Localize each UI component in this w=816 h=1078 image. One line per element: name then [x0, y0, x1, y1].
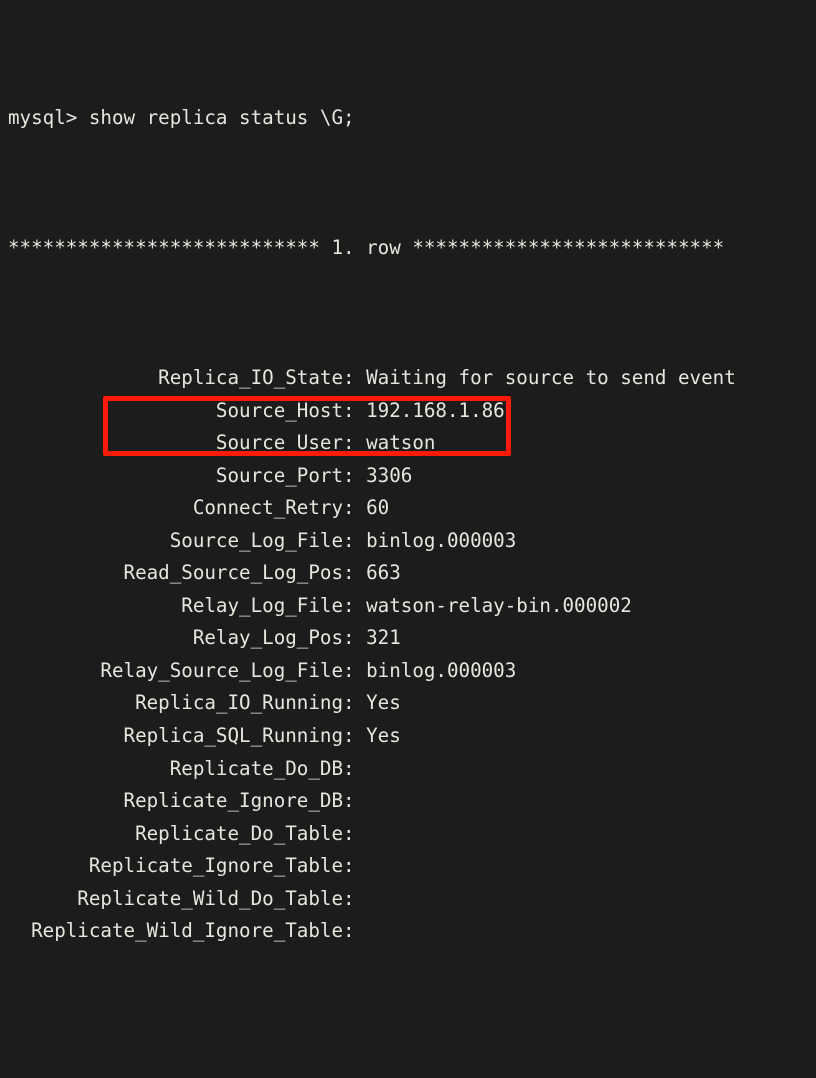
status-field-row: Replicate_Ignore_Table: [8, 854, 355, 878]
status-field-list: Replica_IO_State: Waiting for source to … [0, 362, 816, 948]
status-field-row: Replicate_Do_Table: [8, 821, 355, 845]
mysql-prompt-command: mysql> show replica status \G; [8, 105, 355, 129]
status-field-row: Relay_Log_Pos: 321 [8, 626, 401, 650]
status-field-row: Replicate_Do_DB: [8, 756, 355, 780]
status-field-row: Replicate_Ignore_DB: [8, 789, 355, 813]
status-field-row: Source_Host: 192.168.1.86 [8, 398, 505, 422]
status-field-row: Connect_Retry: 60 [8, 496, 390, 520]
status-field-row: Source_Port: 3306 [8, 463, 413, 487]
status-field-row: Relay_Log_File: watson-relay-bin.000002 [8, 593, 632, 617]
terminal-output[interactable]: mysql> show replica status \G; *********… [0, 0, 816, 942]
status-field-row: Replicate_Wild_Ignore_Table: [8, 919, 355, 943]
status-field-row: Read_Source_Log_Pos: 663 [8, 561, 401, 585]
status-field-row: Source_User: watson [8, 431, 436, 455]
status-field-row: Source_Log_File: binlog.000003 [8, 528, 517, 552]
status-field-row: Replica_SQL_Running: Yes [8, 724, 401, 748]
row-separator: *************************** 1. row *****… [8, 235, 725, 259]
status-field-row: Replica_IO_Running: Yes [8, 691, 401, 715]
status-field-row: Replica_IO_State: Waiting for source to … [8, 366, 736, 390]
status-field-row: Replicate_Wild_Do_Table: [8, 886, 355, 910]
